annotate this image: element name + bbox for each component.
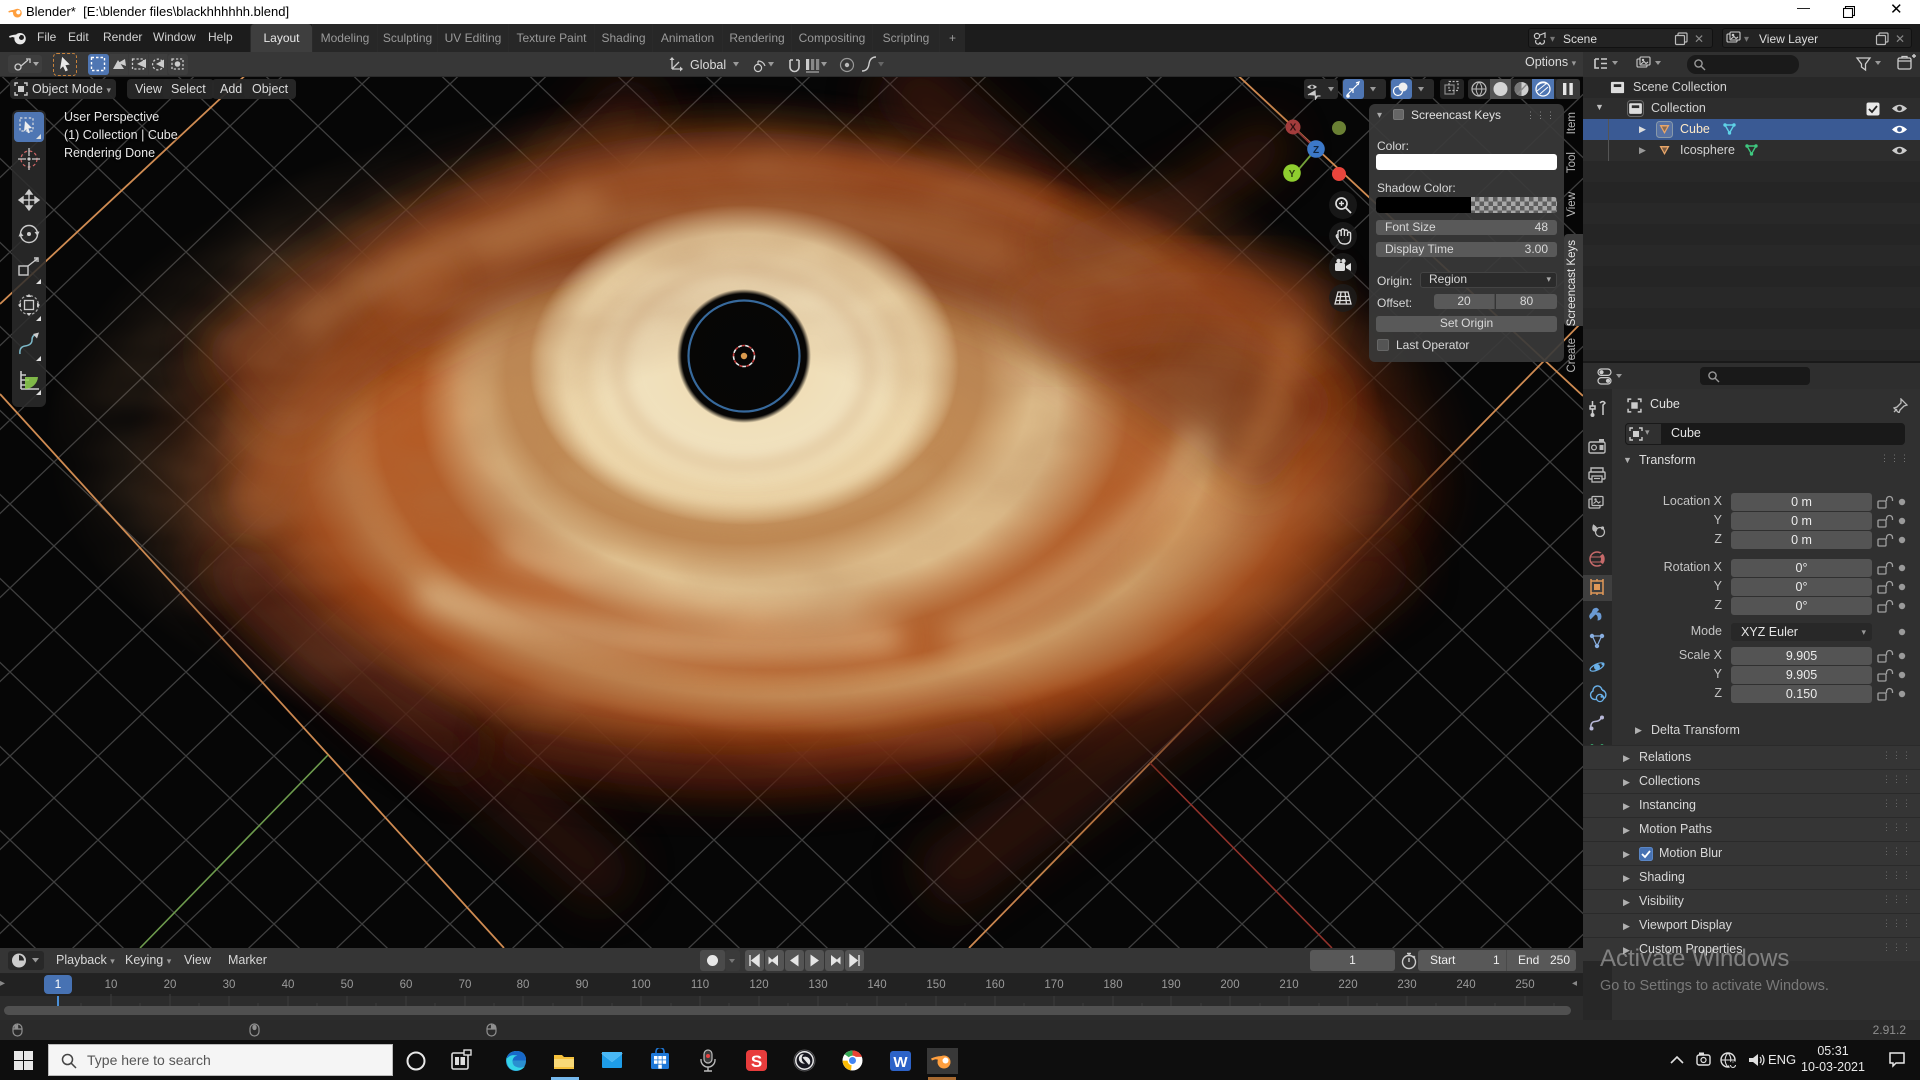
svg-text:120: 120 <box>749 979 768 991</box>
svg-text:30: 30 <box>223 979 236 991</box>
svg-text:150: 150 <box>926 979 945 991</box>
svg-text:240: 240 <box>1456 979 1475 991</box>
svg-text:170: 170 <box>1044 979 1063 991</box>
svg-text:100: 100 <box>631 979 650 991</box>
svg-text:90: 90 <box>576 979 589 991</box>
svg-text:70: 70 <box>459 979 472 991</box>
svg-text:200: 200 <box>1220 979 1239 991</box>
svg-text:10: 10 <box>105 979 118 991</box>
svg-text:220: 220 <box>1338 979 1357 991</box>
svg-text:W: W <box>893 1054 908 1071</box>
svg-text:20: 20 <box>164 979 177 991</box>
svg-text:130: 130 <box>808 979 827 991</box>
svg-text:160: 160 <box>985 979 1004 991</box>
svg-text:250: 250 <box>1515 979 1534 991</box>
svg-text:S: S <box>751 1052 762 1071</box>
svg-text:Y: Y <box>1289 169 1296 180</box>
svg-text:50: 50 <box>341 979 354 991</box>
svg-text:140: 140 <box>867 979 886 991</box>
svg-text:Z: Z <box>1313 145 1319 156</box>
svg-text:X: X <box>1290 123 1297 134</box>
svg-text:230: 230 <box>1397 979 1416 991</box>
svg-text:180: 180 <box>1103 979 1122 991</box>
svg-text:210: 210 <box>1279 979 1298 991</box>
svg-text:190: 190 <box>1161 979 1180 991</box>
svg-text:80: 80 <box>517 979 530 991</box>
svg-text:Global: Global <box>690 58 726 72</box>
svg-text:60: 60 <box>400 979 413 991</box>
svg-text:110: 110 <box>691 979 709 991</box>
svg-text:40: 40 <box>282 979 295 991</box>
